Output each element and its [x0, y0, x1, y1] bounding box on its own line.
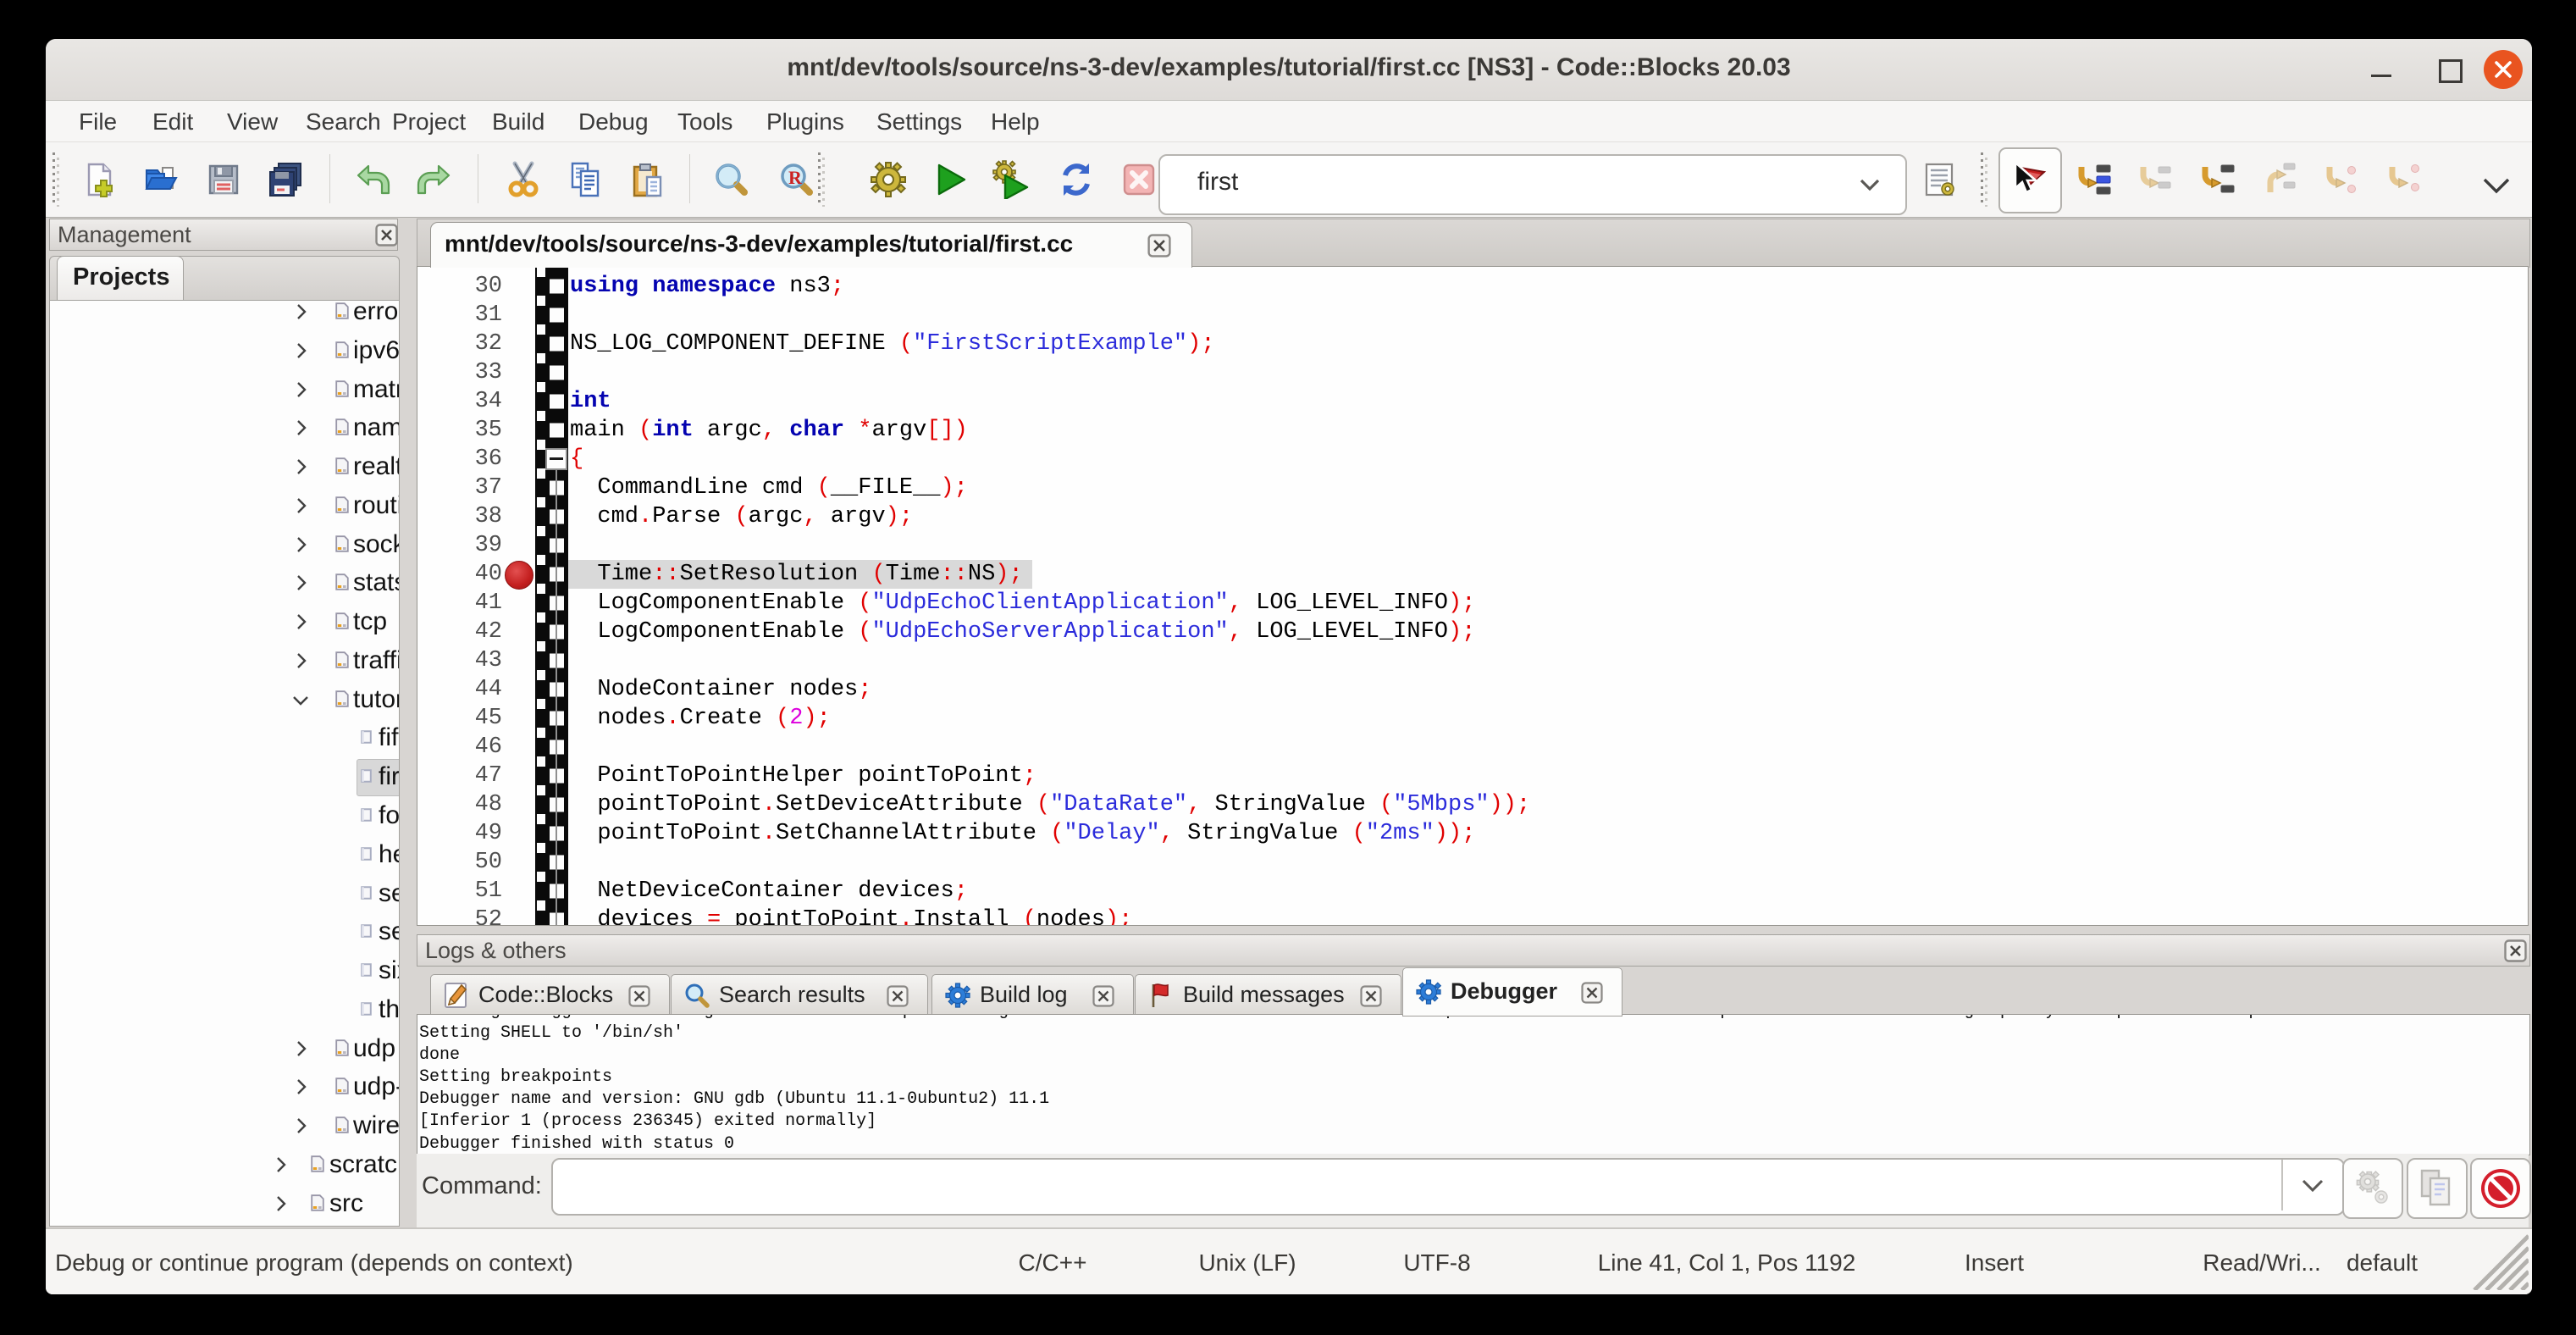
svg-text:R: R	[788, 167, 803, 188]
